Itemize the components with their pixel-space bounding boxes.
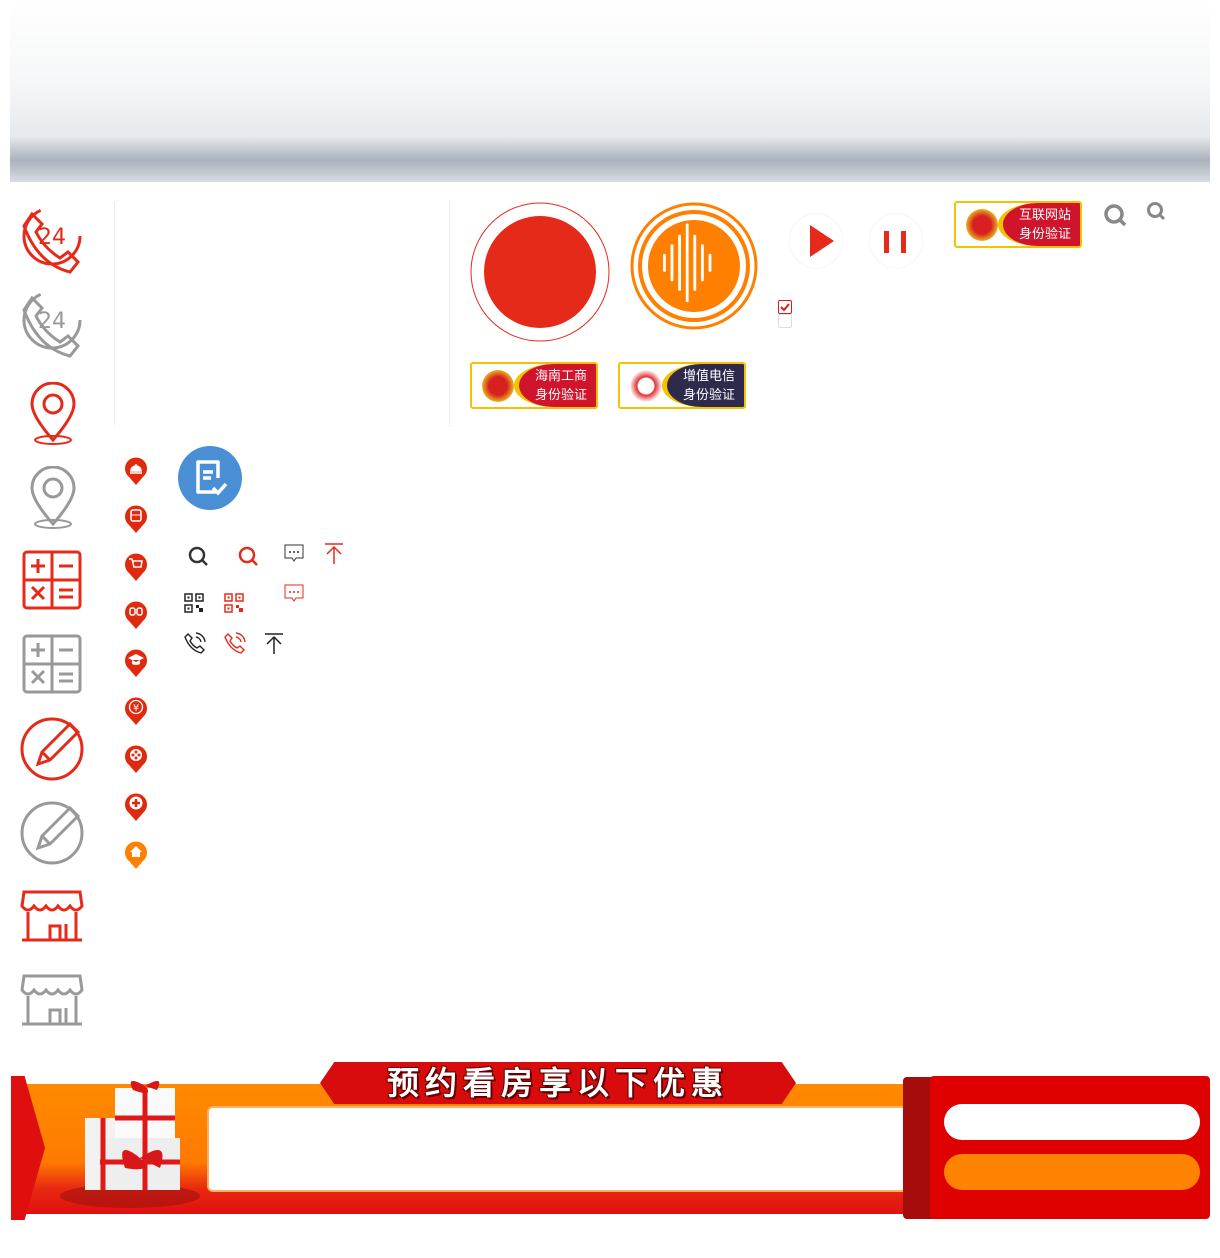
search-grey-large-icon[interactable] (1103, 203, 1129, 229)
emblem-icon (482, 370, 514, 402)
badge-line2: 身份验证 (683, 388, 736, 403)
bell-pin-icon (124, 456, 148, 486)
calculator-red-icon (22, 550, 82, 610)
calculator-grey-icon (22, 634, 82, 694)
medical-pin-icon (124, 792, 148, 822)
play-button[interactable] (788, 213, 844, 269)
promo-form-panel (930, 1076, 1210, 1219)
search-dark-icon[interactable] (188, 546, 210, 568)
search-red-icon[interactable] (238, 546, 260, 568)
qr-code-dark-icon[interactable] (184, 593, 204, 613)
back-to-top-dark-icon[interactable] (264, 632, 284, 654)
voice-wave-button[interactable] (630, 202, 758, 330)
gift-box-image (55, 1078, 205, 1208)
chat-red-icon[interactable] (284, 584, 304, 604)
promo-title: 预约看房享以下优惠 (320, 1062, 796, 1104)
submit-button[interactable] (944, 1154, 1200, 1190)
search-grey-small-icon[interactable] (1146, 201, 1168, 223)
link-pin-icon (124, 600, 148, 630)
badge-line2: 身份验证 (535, 388, 588, 403)
pause-button[interactable] (868, 213, 924, 269)
checkbox-unchecked[interactable] (778, 314, 792, 328)
svg-text:¥: ¥ (133, 703, 139, 714)
home-pin-icon (124, 840, 148, 870)
record-button[interactable] (470, 202, 610, 342)
hainan-business-badge[interactable]: 海南工商 身份验证 (470, 362, 598, 409)
pencil-grey-icon (20, 800, 86, 866)
promo-content-box (207, 1106, 909, 1192)
yuan-pin-icon: ¥ (124, 696, 148, 726)
phone-call-dark-icon[interactable] (184, 632, 206, 654)
checkbox-checked[interactable] (778, 300, 792, 314)
cart-pin-icon (124, 552, 148, 582)
phone-24-grey-icon: 24 (18, 292, 88, 362)
bus-pin-icon (124, 504, 148, 534)
phone-input[interactable] (944, 1104, 1200, 1140)
svg-text:24: 24 (38, 225, 66, 250)
blank-panel (114, 202, 450, 426)
phone-24-red-icon: 24 (18, 208, 88, 278)
document-check-icon[interactable] (178, 446, 242, 510)
svg-text:24: 24 (38, 309, 66, 334)
qr-code-red-icon[interactable] (224, 593, 244, 613)
badge-line1: 互联网站 (1019, 208, 1072, 223)
telecom-verify-badge[interactable]: 增值电信 身份验证 (618, 362, 746, 409)
store-red-icon (20, 888, 84, 944)
location-red-icon (28, 382, 78, 446)
police-emblem-icon (966, 209, 998, 241)
badge-line2: 身份验证 (1019, 227, 1072, 242)
hero-banner (10, 0, 1210, 182)
badge-line1: 海南工商 (535, 369, 588, 384)
badge-line1: 增值电信 (683, 369, 736, 384)
national-emblem-icon (630, 370, 662, 402)
store-grey-icon (20, 972, 84, 1028)
chat-dark-icon[interactable] (284, 544, 304, 564)
phone-call-red-icon[interactable] (224, 632, 246, 654)
website-verify-badge[interactable]: 互联网站 身份验证 (954, 201, 1082, 248)
location-grey-icon (28, 466, 78, 530)
pencil-red-icon (20, 716, 86, 782)
promo-right-tab (903, 1077, 933, 1219)
film-pin-icon (124, 744, 148, 774)
back-to-top-red-icon[interactable] (324, 542, 344, 564)
graduation-pin-icon (124, 648, 148, 678)
